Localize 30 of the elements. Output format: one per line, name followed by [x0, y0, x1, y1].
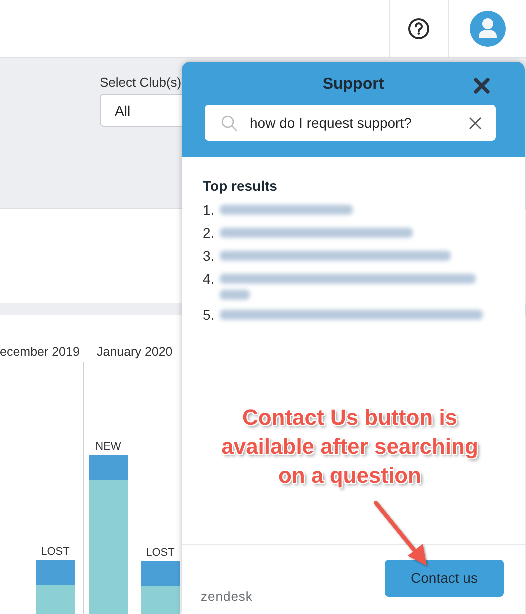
- results-heading: Top results: [203, 178, 278, 194]
- blurred-link[interactable]: [220, 205, 353, 215]
- blurred-link[interactable]: [220, 251, 451, 261]
- bar-label: LOST: [41, 546, 70, 558]
- avatar-icon[interactable]: [470, 10, 506, 46]
- brand-label: zendesk: [201, 588, 253, 604]
- blurred-link[interactable]: [220, 310, 483, 320]
- close-icon[interactable]: [474, 78, 490, 94]
- annotation-text: Contact Us button is available after searching on a question: [222, 404, 478, 490]
- chart-bar: [36, 560, 75, 614]
- month-label: January 2020: [96, 344, 174, 361]
- bar-label: LOST: [146, 547, 175, 559]
- search-field[interactable]: how do I request support?: [205, 105, 496, 141]
- search-icon: [221, 114, 238, 132]
- month-label: ecember 2019: [0, 344, 81, 361]
- blurred-link[interactable]: [220, 228, 413, 238]
- result-number: 4.: [203, 271, 216, 287]
- panel-title: Support: [322, 76, 384, 95]
- result-number: 1.: [203, 202, 216, 218]
- blurred-link[interactable]: [220, 274, 476, 284]
- club-select-label: Select Club(s): [100, 75, 182, 90]
- result-number: 2.: [203, 225, 216, 241]
- help-icon[interactable]: [408, 18, 430, 40]
- clear-icon[interactable]: [469, 116, 482, 130]
- result-number: 5.: [203, 307, 216, 323]
- blurred-link[interactable]: [220, 290, 250, 300]
- result-number: 3.: [203, 248, 216, 264]
- contact-button[interactable]: Contact us: [385, 560, 504, 596]
- bar-label: NEW: [96, 441, 122, 453]
- chart-bar: [141, 561, 180, 614]
